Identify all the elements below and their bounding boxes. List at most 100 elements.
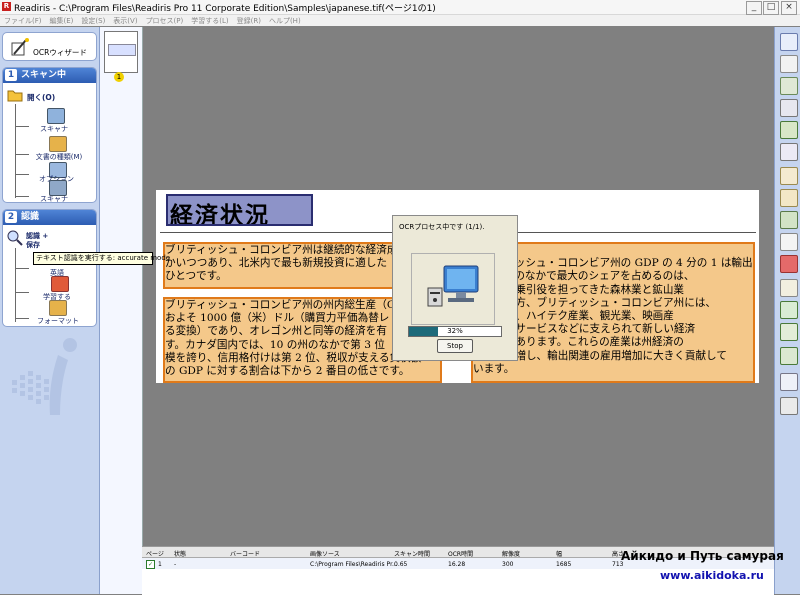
tree-line [15, 104, 16, 198]
window-title: Readiris - C:\Program Files\Readiris Pro… [14, 4, 436, 14]
magnifier-icon [7, 230, 23, 246]
print-icon[interactable] [780, 397, 798, 415]
col-resolution[interactable]: 解像度 [502, 549, 520, 558]
title-zone[interactable]: 経済状況 [166, 194, 313, 226]
text-line: います。 [473, 362, 515, 375]
col-scan-time[interactable]: スキャン時間 [394, 549, 430, 558]
scan-header-label: スキャン中 [21, 70, 67, 80]
col-ocr-time[interactable]: OCR時間 [448, 549, 473, 558]
cell-scan-time: 0.65 [394, 561, 408, 568]
col-barcode[interactable]: バーコード [230, 549, 260, 558]
watermark-title: Айкидо и Путь самурая [621, 549, 784, 563]
row-checkbox[interactable]: ✓ [146, 560, 155, 569]
barcode-tool-icon[interactable] [780, 121, 798, 139]
step-number: 1 [5, 69, 17, 81]
step-number: 2 [5, 211, 17, 223]
stop-button[interactable]: Stop [437, 339, 473, 353]
merge-zone-icon[interactable] [780, 211, 798, 229]
menu-learn[interactable]: 学習する(L) [187, 15, 232, 26]
tree-branch [15, 318, 29, 319]
dialog-illustration [411, 253, 495, 325]
rotate-icon[interactable] [780, 301, 798, 319]
thumbnail-content [108, 44, 136, 56]
ocr-wizard-label: OCRウィザード [33, 48, 87, 57]
tree-branch [15, 196, 29, 197]
maximize-button[interactable]: □ [763, 1, 779, 15]
minimize-button[interactable]: _ [746, 1, 762, 15]
tree-branch [15, 154, 29, 155]
document-type-icon [49, 136, 67, 152]
tree-branch [15, 126, 29, 127]
recognize-header[interactable]: 2 認識 [3, 210, 96, 225]
scanner-icon [47, 108, 65, 124]
col-source[interactable]: 画像ソース [310, 549, 340, 558]
cell-width: 1685 [556, 561, 572, 568]
document-title: 経済状況 [170, 202, 270, 226]
thumbnail-page-number: 1 [114, 72, 124, 82]
pen-tool-icon[interactable] [780, 143, 798, 161]
zone-order-icon[interactable] [780, 167, 798, 185]
red-zone-icon[interactable] [780, 255, 798, 273]
col-status[interactable]: 状態 [174, 549, 186, 558]
format-icon [49, 300, 67, 316]
ocr-progress-bar: 32% [408, 326, 502, 337]
zoom-icon[interactable] [780, 373, 798, 391]
table-zone-tool-icon[interactable] [780, 99, 798, 117]
ocr-wizard-button[interactable]: OCRウィザード [2, 32, 97, 61]
tooltip: テキスト認識を実行する: accurate mode [33, 252, 170, 265]
deskew-icon[interactable] [780, 323, 798, 341]
recognize-header-label: 認識 [21, 212, 40, 222]
col-page[interactable]: ページ [146, 549, 164, 558]
app-logo-icon: R [2, 2, 11, 11]
menu-view[interactable]: 表示(V) [109, 15, 141, 26]
right-toolbar [774, 27, 800, 594]
folder-icon [7, 90, 23, 102]
text-zone-tool-icon[interactable] [780, 55, 798, 73]
recognize-save-item[interactable]: 認識 + 保存 [26, 232, 56, 250]
ocr-progress-dialog: OCRプロセス中です (1/1). 32% Stop [392, 215, 518, 361]
col-width[interactable]: 幅 [556, 549, 562, 558]
left-task-panel: OCRウィザード 1 スキャン中 開く(O) スキャナ 文書の種類(M) オプシ… [0, 27, 100, 594]
scan-header[interactable]: 1 スキャン中 [3, 68, 96, 83]
menu-file[interactable]: ファイル(F) [0, 15, 46, 26]
zone-properties-icon[interactable] [780, 189, 798, 207]
transform-icon[interactable] [780, 347, 798, 365]
doc-type-item[interactable]: 文書の種類(M) [31, 152, 87, 162]
scanner-item-2[interactable]: スキャナ [39, 194, 69, 204]
menu-register[interactable]: 登録(R) [233, 15, 265, 26]
format-item[interactable]: フォーマット [37, 316, 79, 326]
menu-help[interactable]: ヘルプ(H) [265, 15, 305, 26]
title-bar: R Readiris - C:\Program Files\Readiris P… [0, 0, 800, 15]
text-line: の GDP に対する割合は下から 2 番目の低さです。 [165, 365, 410, 378]
pointer-tool-icon[interactable] [780, 33, 798, 51]
watermark-url[interactable]: www.aikidoka.ru [660, 569, 764, 582]
open-item[interactable]: 開く(O) [27, 92, 55, 103]
computer-icon [427, 265, 479, 307]
delete-zone-icon[interactable] [780, 233, 798, 251]
menu-bar: ファイル(F) 編集(E) 設定(S) 表示(V) プロセス(P) 学習する(L) 登録(R… [0, 15, 800, 26]
wand-icon [11, 38, 29, 56]
picture-zone-tool-icon[interactable] [780, 77, 798, 95]
thumbnail-strip: 1 [100, 27, 143, 594]
tree-line [15, 248, 16, 322]
cell-page: 1 [158, 561, 162, 568]
readiris-logo-icon [12, 338, 77, 415]
progress-percent: 32% [447, 327, 463, 335]
menu-settings[interactable]: 設定(S) [77, 15, 109, 26]
tree-branch [15, 268, 29, 269]
close-button[interactable]: × [781, 1, 797, 15]
tree-branch [15, 174, 29, 175]
cell-resolution: 300 [502, 561, 514, 568]
cell-source: C:\Program Files\Readiris Pr... [310, 561, 398, 568]
menu-edit[interactable]: 編集(E) [46, 15, 78, 26]
cell-status: - [174, 561, 177, 568]
dialog-title: OCRプロセス中です (1/1). [399, 223, 485, 231]
learn-icon [51, 276, 69, 292]
menu-process[interactable]: プロセス(P) [142, 15, 188, 26]
recognize-card: 2 認識 認識 + 保存 英語 学習する フォーマット [2, 209, 97, 327]
page-thumbnail[interactable] [104, 31, 138, 73]
tree-branch [15, 292, 29, 293]
copy-icon[interactable] [780, 279, 798, 297]
scan-card: 1 スキャン中 開く(O) スキャナ 文書の種類(M) オプション スキャナ [2, 67, 97, 203]
scanner-item[interactable]: スキャナ [39, 124, 69, 134]
